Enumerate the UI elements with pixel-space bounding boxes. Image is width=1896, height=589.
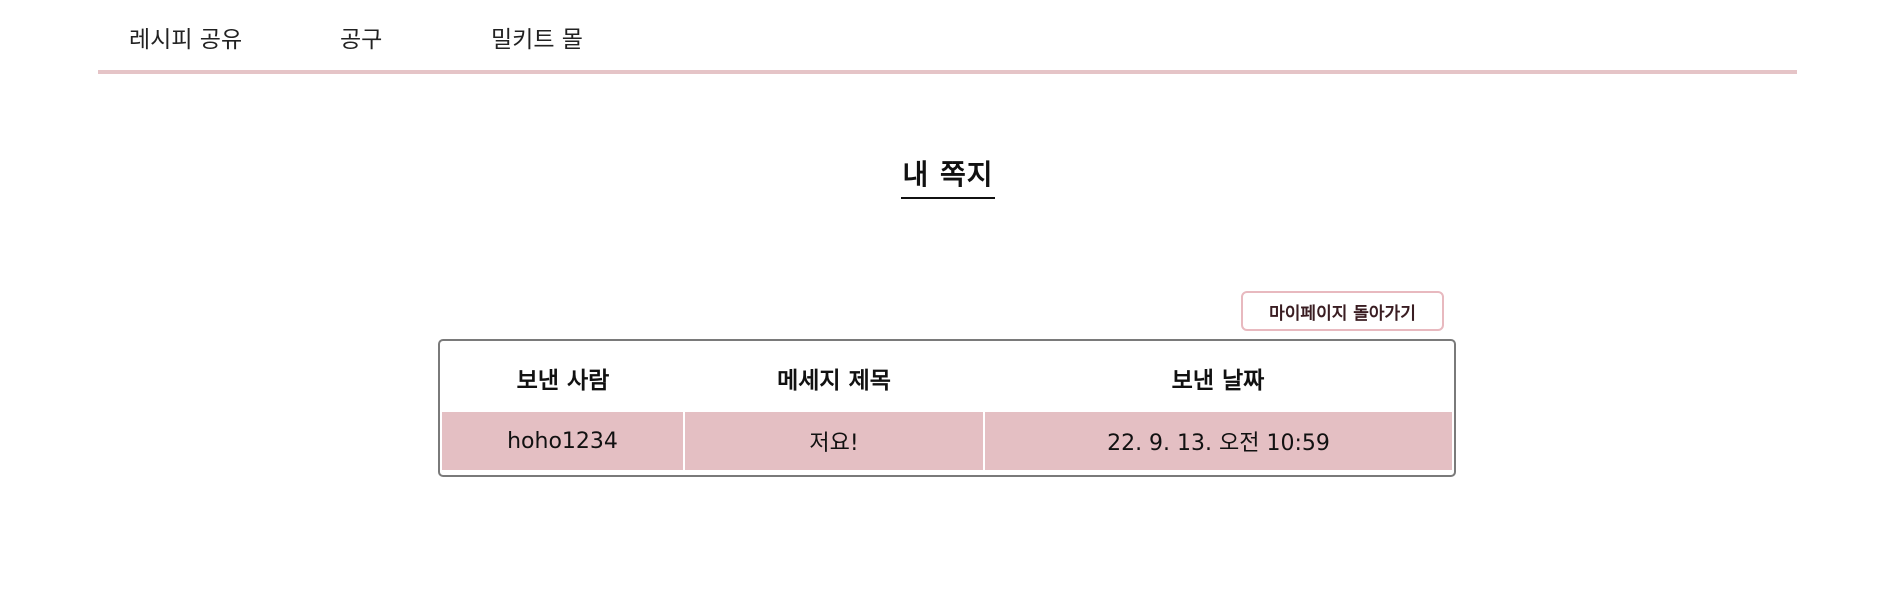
table-row[interactable]: hoho1234 저요! 22. 9. 13. 오전 10:59 (442, 412, 1452, 470)
cell-sender: hoho1234 (442, 412, 684, 470)
cell-subject[interactable]: 저요! (683, 412, 984, 470)
column-header-date: 보낸 날짜 (1171, 367, 1265, 394)
table-header-row: 보낸 사람 메세지 제목 보낸 날짜 (442, 343, 1452, 412)
top-nav: 레시피 공유 공구 밀키트 몰 (98, 0, 1797, 74)
cell-date: 22. 9. 13. 오전 10:59 (983, 412, 1452, 470)
page-title: 내 쪽지 (901, 155, 995, 199)
messages-table-container: 보낸 사람 메세지 제목 보낸 날짜 hoho1234 저요! 22. 9. 1… (438, 339, 1456, 477)
messages-table: 보낸 사람 메세지 제목 보낸 날짜 hoho1234 저요! 22. 9. 1… (442, 343, 1452, 470)
column-header-subject: 메세지 제목 (777, 367, 891, 394)
page-title-container: 내 쪽지 (0, 155, 1896, 199)
back-to-mypage-button[interactable]: 마이페이지 돌아가기 (1241, 291, 1444, 331)
nav-item-group-buy[interactable]: 공구 (340, 24, 382, 56)
nav-item-mealkit-mall[interactable]: 밀키트 몰 (491, 24, 583, 56)
column-header-sender: 보낸 사람 (516, 367, 610, 394)
nav-item-recipe-share[interactable]: 레시피 공유 (129, 24, 242, 56)
